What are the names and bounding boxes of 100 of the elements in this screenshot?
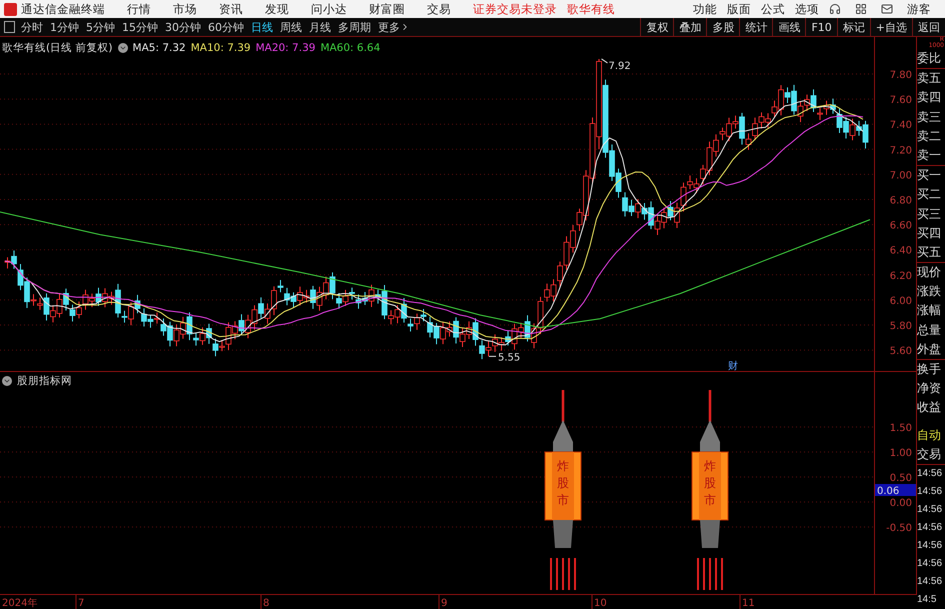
quote-field-label: 买四 (917, 224, 942, 242)
axis-tick-label: 0.00 (890, 498, 912, 509)
panel-toggle-icon[interactable] (4, 21, 15, 33)
current-value-tag: 0.06 (875, 484, 916, 497)
rocket-label: 炸股市 (557, 459, 569, 507)
chart-title: 歌华有线(日线 前复权) (2, 40, 113, 54)
headset-icon[interactable] (829, 3, 841, 15)
axis-tick-label: -0.50 (886, 523, 912, 534)
trade-time: 14:56 (917, 503, 944, 517)
trade-time: 14:56 (917, 467, 944, 481)
dropdown-icon[interactable] (2, 376, 12, 386)
period-tab[interactable]: 15分钟 (122, 20, 158, 34)
axis-tick-label: 7.20 (890, 145, 912, 156)
date-axis-label: 8 (263, 598, 270, 609)
menu-item[interactable]: 版面 (727, 2, 751, 16)
period-tab[interactable]: 分时 (21, 20, 43, 34)
menu-item[interactable]: 市场 (173, 2, 197, 16)
quote-field-label: 换手 (917, 361, 942, 378)
app-title: 通达信金融终端 (21, 2, 105, 16)
menu-item[interactable]: 问小达 (311, 2, 347, 16)
quote-field-label: 卖二 (917, 128, 942, 145)
quote-field-label: 卖三 (917, 108, 942, 126)
axis-tick-label: 6.80 (890, 196, 912, 206)
user-label[interactable]: 游客 (907, 2, 931, 16)
rocket-label: 炸股市 (704, 459, 716, 507)
axis-tick-label: 5.60 (890, 346, 912, 358)
mail-icon[interactable] (881, 3, 893, 15)
moving-average-value: MA20: 7.39 (256, 42, 316, 54)
quote-field-label: 买三 (917, 206, 942, 222)
date-axis-label: 7 (78, 598, 84, 609)
menu-item[interactable]: 公式 (761, 2, 785, 16)
toolbar-button[interactable]: 返回 (912, 18, 945, 36)
low-price-label: 5.55 (498, 352, 520, 364)
axis-tick-label: 5.80 (890, 321, 912, 332)
quote-field-label: 买五 (917, 242, 945, 264)
leader-line (601, 58, 608, 64)
menu-item[interactable]: 财富圈 (369, 2, 405, 16)
axis-tick-label: 7.00 (890, 170, 912, 182)
quote-field-label: 现价 (917, 264, 942, 282)
moving-average-value: MA60: 6.64 (320, 42, 380, 54)
menu-item[interactable]: 资讯 (219, 2, 243, 16)
period-tab[interactable]: 周线 (280, 20, 302, 34)
period-tab[interactable]: 30分钟 (165, 20, 201, 34)
trade-header: 交易 (917, 444, 945, 465)
quote-field-label: 涨跌 (917, 283, 942, 300)
quote-field-label: 卖四 (917, 89, 942, 106)
quote-field-label: 卖五 (917, 70, 942, 88)
menu-item[interactable]: 行情 (127, 2, 151, 16)
trade-time: 14:56 (917, 539, 944, 553)
period-tab[interactable]: 更多 (378, 20, 410, 34)
trade-time: 14:5 (917, 593, 938, 607)
period-tab[interactable]: 多周期 (338, 20, 371, 34)
trade-time: 14:56 (917, 485, 944, 499)
toolbar-button[interactable]: +自选 (870, 18, 912, 36)
moving-average-value: MA10: 7.39 (190, 42, 251, 54)
toolbar-button[interactable]: 叠加 (673, 18, 706, 36)
axis-tick-label: 1.50 (890, 423, 912, 434)
axis-tick-label: 7.80 (890, 70, 912, 81)
toolbar-button[interactable]: 标记 (836, 18, 870, 36)
quote-field-label: 净资 (917, 380, 942, 398)
toolbar-button[interactable]: 统计 (739, 18, 772, 36)
date-axis-label: 2024年 (2, 598, 38, 609)
leader-line (488, 356, 496, 357)
menu-item[interactable]: 发现 (265, 2, 289, 16)
event-marker: 财 (728, 361, 738, 371)
quote-field-label: 收益 (917, 399, 942, 416)
date-axis-label: 9 (441, 598, 448, 609)
toolbar-button[interactable]: 复权 (640, 18, 674, 36)
axis-tick-label: 6.00 (890, 296, 912, 307)
quote-field-label: 委比 (917, 49, 945, 70)
trade-time: 14:56 (917, 521, 944, 535)
period-tab[interactable]: 日线 (251, 20, 273, 34)
axis-tick-label: 0.50 (890, 473, 912, 484)
axis-tick-label: 6.60 (890, 220, 912, 232)
menu-item[interactable]: 交易 (427, 2, 451, 16)
trade-time: 14:56 (917, 557, 944, 571)
grid-icon[interactable] (855, 3, 867, 15)
axis-tick-label: 7.60 (890, 95, 912, 106)
app-logo-icon (4, 2, 17, 16)
period-tab[interactable]: 月线 (309, 20, 331, 34)
quote-field-label: 买二 (917, 186, 942, 204)
status-notice: 歌华有线 (567, 2, 615, 16)
quote-field-label: 卖一 (917, 146, 945, 166)
period-tab[interactable]: 1分钟 (50, 20, 79, 34)
dropdown-icon[interactable] (118, 42, 128, 52)
axis-tick-label: 7.40 (890, 120, 912, 132)
indicator-title: 股朋指标网 (17, 374, 72, 388)
quote-field-label: 外盘 (917, 340, 945, 360)
period-tab[interactable]: 5分钟 (86, 20, 115, 34)
toolbar-button[interactable]: 画线 (772, 18, 806, 36)
axis-tick-label: 1.00 (890, 448, 912, 459)
date-axis-label: 11 (742, 598, 755, 609)
menu-item[interactable]: 选项 (795, 2, 819, 16)
toolbar-button[interactable]: F10 (805, 18, 837, 36)
date-axis-label: 10 (594, 598, 607, 609)
toolbar-button[interactable]: 多股 (706, 18, 740, 36)
period-tab[interactable]: 60分钟 (208, 20, 244, 34)
quote-field-label: 涨幅 (917, 302, 942, 320)
moving-average-value: MA5: 7.32 (132, 42, 186, 54)
menu-item[interactable]: 功能 (693, 2, 717, 16)
